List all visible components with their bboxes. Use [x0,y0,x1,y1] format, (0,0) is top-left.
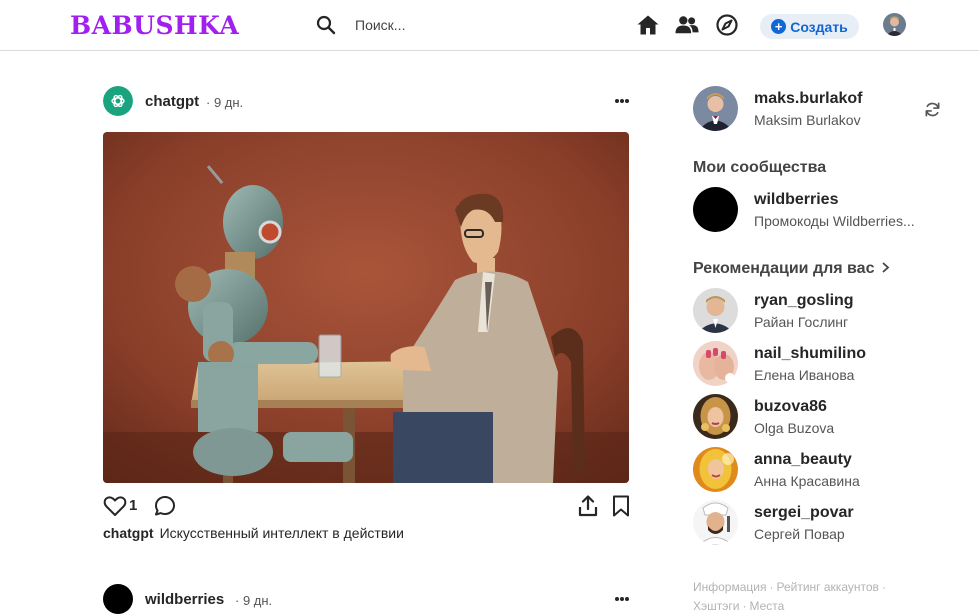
people-icon[interactable] [675,13,699,37]
avatar[interactable] [693,341,738,386]
recommend-username[interactable]: buzova86 [754,398,827,416]
post-image[interactable] [103,132,629,483]
create-button-label: Создать [790,18,848,35]
post-header: wildberries · 9 дн. [103,584,630,615]
post-caption: chatgpt Искусственный интеллект в действи… [103,525,404,541]
communities-title: Мои сообщества [693,159,827,176]
refresh-icon[interactable] [924,101,941,118]
recommend-username[interactable]: ryan_gosling [754,292,854,310]
home-icon[interactable] [636,13,660,37]
recommend-username[interactable]: anna_beauty [754,451,852,469]
community-desc: Промокоды Wildberries... [754,213,915,229]
recommend-name: Райан Гослинг [754,314,849,330]
comment-icon[interactable] [153,494,177,518]
avatar[interactable] [103,86,133,116]
header-avatar[interactable] [883,13,906,36]
avatar[interactable] [693,394,738,439]
profile-username[interactable]: maks.burlakof [754,90,862,108]
post-time: · 9 дн. [235,593,273,608]
post-time: · 9 дн. [206,95,244,110]
recommend-username[interactable]: nail_shumilino [754,345,866,363]
avatar[interactable] [103,584,133,614]
sidebar-footer: Информация · Рейтинг аккаунтов · Хэштэги · Ме… [693,580,886,613]
post-username[interactable]: wildberries [145,591,224,608]
avatar[interactable] [693,500,738,545]
logo[interactable]: BABUSHKA [70,11,239,40]
more-icon[interactable] [614,98,630,104]
heart-icon[interactable] [103,494,127,518]
community-avatar[interactable] [693,187,738,232]
recommend-username[interactable]: sergei_povar [754,504,854,522]
search-input[interactable] [346,13,586,37]
recommend-name: Сергей Повар [754,526,845,542]
caption-text: Искусственный интеллект в действии [159,525,404,541]
more-icon[interactable] [614,596,630,602]
footer-link-hashtags[interactable]: Хэштэги [693,599,739,613]
caption-username[interactable]: chatgpt [103,525,154,541]
top-bar: BABUSHKA + Создать [0,0,979,51]
share-icon[interactable] [576,494,600,518]
compass-icon[interactable] [715,13,739,37]
search-icon [316,15,336,35]
profile-avatar[interactable] [693,86,738,131]
post-username[interactable]: chatgpt [145,93,199,110]
avatar[interactable] [693,447,738,492]
footer-link-places[interactable]: Места [749,599,784,613]
recommend-name: Olga Buzova [754,420,835,436]
footer-link-rating[interactable]: Рейтинг аккаунтов [776,580,878,594]
plus-icon: + [771,19,787,34]
bookmark-icon[interactable] [609,494,633,518]
avatar[interactable] [693,288,738,333]
recommendations-title-label: Рекомендации для вас [693,260,875,277]
profile-fullname: Maksim Burlakov [754,112,861,128]
post-header: chatgpt · 9 дн. [103,86,630,118]
create-button[interactable]: + Создать [760,14,859,39]
footer-link-info[interactable]: Информация [693,580,766,594]
recommend-name: Анна Красавина [754,473,860,489]
recommend-name: Елена Иванова [754,367,855,383]
recommendations-title[interactable]: Рекомендации для вас [693,260,890,278]
like-count: 1 [129,497,138,514]
community-name[interactable]: wildberries [754,191,838,209]
chevron-right-icon [882,262,890,273]
post-actions: 1 [103,494,630,520]
